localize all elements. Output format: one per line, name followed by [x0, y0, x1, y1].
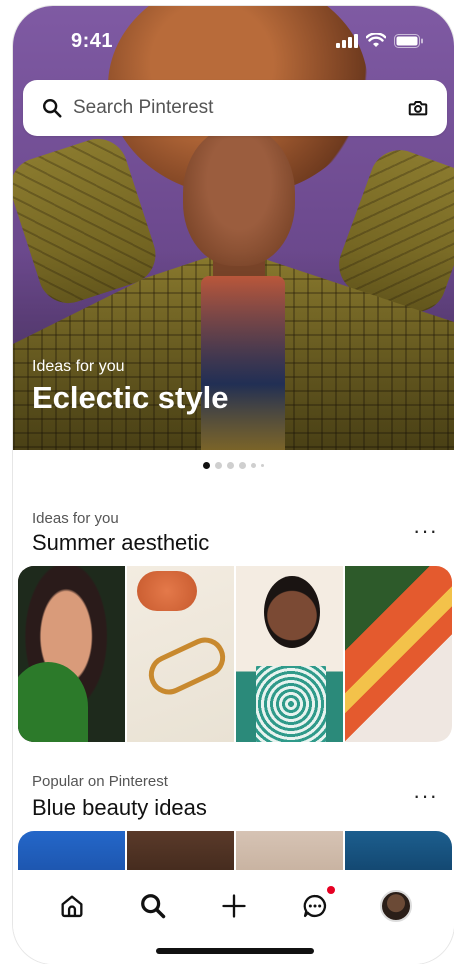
section-subtitle: Popular on Pinterest: [32, 773, 168, 790]
search-icon: [141, 894, 166, 919]
more-options-button[interactable]: ···: [413, 783, 438, 809]
tab-profile[interactable]: [378, 888, 414, 924]
plus-icon: [222, 894, 246, 918]
more-options-button[interactable]: ···: [413, 518, 438, 544]
search-icon: [43, 99, 62, 118]
tab-home[interactable]: [54, 888, 90, 924]
hero-subtitle: Ideas for you: [32, 358, 125, 375]
avatar: [380, 890, 412, 922]
home-icon: [61, 895, 83, 918]
phone-screen: 9:41 Search Pinterest Ideas for you Ecle…: [13, 6, 454, 964]
carousel-dot[interactable]: [227, 462, 234, 469]
hero-title: Eclectic style: [32, 380, 229, 415]
section-title[interactable]: Summer aesthetic: [32, 530, 209, 556]
carousel-dot[interactable]: [215, 462, 222, 469]
search-placeholder: Search Pinterest: [73, 97, 214, 118]
search-bar[interactable]: Search Pinterest: [23, 80, 447, 136]
tab-search[interactable]: [135, 888, 171, 924]
pin-image[interactable]: [18, 566, 125, 742]
carousel-dot[interactable]: [203, 462, 210, 469]
wifi-icon: [366, 33, 386, 47]
carousel-dot[interactable]: [261, 464, 264, 467]
section-subtitle: Ideas for you: [32, 510, 119, 527]
home-indicator: [156, 948, 314, 954]
pin-collage[interactable]: [18, 566, 452, 742]
pin-image[interactable]: [127, 566, 234, 742]
signal-icon: [336, 33, 358, 48]
status-time: 9:41: [71, 30, 114, 52]
tab-create[interactable]: [216, 888, 252, 924]
section-summer-aesthetic: Ideas for you Summer aesthetic ···: [13, 506, 454, 746]
carousel-dot[interactable]: [239, 462, 246, 469]
carousel-indicator[interactable]: [13, 462, 454, 469]
notification-badge: [327, 886, 335, 894]
tab-messages[interactable]: [297, 886, 335, 924]
section-title[interactable]: Blue beauty ideas: [32, 795, 207, 821]
hero-banner[interactable]: 9:41 Search Pinterest Ideas for you Ecle…: [13, 6, 454, 450]
battery-icon: [394, 33, 423, 48]
chat-icon: [303, 894, 327, 918]
pin-image[interactable]: [236, 566, 343, 742]
pin-image[interactable]: [345, 566, 452, 742]
status-bar: 9:41: [13, 6, 454, 76]
hero-text: Ideas for you Eclectic style: [32, 358, 228, 416]
carousel-dot[interactable]: [251, 463, 256, 468]
camera-icon[interactable]: [407, 97, 429, 119]
